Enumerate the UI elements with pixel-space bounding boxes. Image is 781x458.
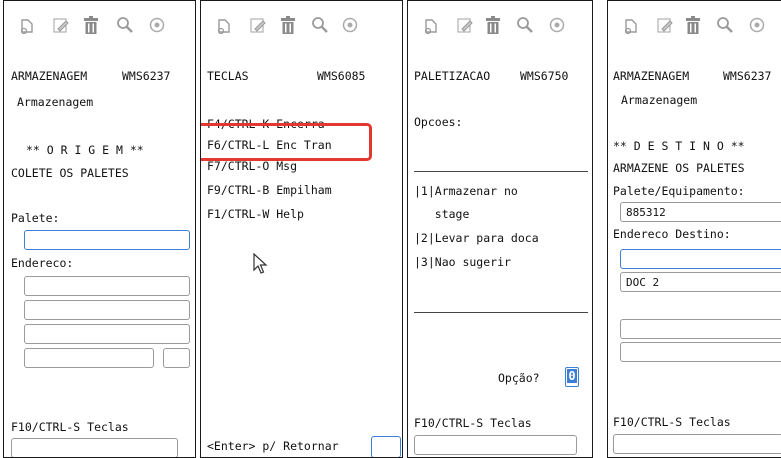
- footer-keys: F10/CTRL-S Teclas: [613, 415, 731, 429]
- new-document-icon[interactable]: [418, 11, 444, 39]
- opcoes-label: Opcoes:: [414, 115, 463, 129]
- edit-icon[interactable]: [245, 11, 271, 39]
- divider: [414, 312, 588, 313]
- screen-name: ARMAZENAGEM: [613, 69, 690, 83]
- mouse-cursor-icon: [253, 252, 269, 278]
- option-input[interactable]: 0: [565, 367, 579, 387]
- key-item: F9/CTRL-B Empilham: [207, 183, 332, 197]
- toolbar: [201, 1, 402, 53]
- highlight-box: [201, 123, 372, 161]
- footer-input[interactable]: [414, 435, 577, 455]
- option-item: stage: [414, 207, 470, 221]
- return-input[interactable]: [371, 436, 401, 457]
- panel-origem: ARMAZENAGEM WMS6237 Armazenagem ** O R I…: [3, 0, 196, 458]
- extra-input-2[interactable]: [620, 342, 781, 362]
- search-icon[interactable]: [307, 11, 333, 39]
- divider: [414, 171, 588, 172]
- endereco-input-5[interactable]: [163, 348, 190, 368]
- endereco-destino-input[interactable]: [620, 249, 781, 269]
- delete-trash-icon[interactable]: [275, 11, 301, 39]
- footer-input[interactable]: [613, 434, 781, 454]
- delete-trash-icon[interactable]: [78, 11, 104, 39]
- key-item: F1/CTRL-W Help: [207, 207, 304, 221]
- screen-code: WMS6085: [317, 69, 366, 83]
- endereco-input-4[interactable]: [24, 348, 154, 368]
- delete-trash-icon[interactable]: [680, 11, 706, 39]
- search-icon[interactable]: [112, 11, 138, 39]
- instruction-text: ARMAZENE OS PALETES: [613, 161, 745, 175]
- panel-destino: ARMAZENAGEM WMS6237 Armazenagem ** D E S…: [607, 0, 781, 458]
- toolbar: [4, 1, 195, 53]
- option-prompt: Opção?: [498, 371, 540, 385]
- edit-icon[interactable]: [452, 11, 478, 39]
- edit-icon[interactable]: [48, 11, 74, 39]
- endereco-destino-label: Endereco Destino:: [613, 227, 731, 241]
- instruction-text: COLETE OS PALETES: [11, 166, 129, 180]
- footer-input[interactable]: [11, 438, 178, 457]
- section-title: ** D E S T I N O **: [613, 139, 745, 153]
- doc-field[interactable]: DOC 2: [620, 272, 781, 292]
- circle-icon[interactable]: [337, 11, 363, 39]
- option-item: |2|Levar para doca: [414, 231, 539, 245]
- extra-input-1[interactable]: [620, 319, 781, 339]
- circle-icon[interactable]: [744, 11, 770, 39]
- key-item: F7/CTRL-O Msg: [207, 159, 298, 173]
- palete-equipamento-input[interactable]: 885312: [620, 202, 781, 222]
- palete-equipamento-label: Palete/Equipamento:: [613, 184, 745, 198]
- toolbar: [608, 1, 781, 53]
- new-document-icon[interactable]: [211, 11, 237, 39]
- endereco-input-1[interactable]: [24, 276, 190, 296]
- screen-name: TECLAS: [207, 69, 249, 83]
- screen-subtitle: Armazenagem: [17, 95, 94, 109]
- delete-trash-icon[interactable]: [480, 11, 506, 39]
- panel-paletizacao: PALETIZACAO WMS6750 Opcoes: |1|Armazenar…: [407, 0, 593, 458]
- palete-label: Palete:: [11, 211, 60, 225]
- option-value: 0: [567, 369, 577, 383]
- screen-name: ARMAZENAGEM: [11, 69, 88, 83]
- section-title: ** O R I G E M **: [26, 143, 144, 157]
- edit-icon[interactable]: [652, 11, 678, 39]
- footer-keys: F10/CTRL-S Teclas: [11, 420, 129, 434]
- toolbar: [408, 1, 592, 53]
- screen-subtitle: Armazenagem: [621, 93, 698, 107]
- screen-code: WMS6237: [122, 69, 171, 83]
- screen-code: WMS6750: [520, 69, 569, 83]
- footer-keys: F10/CTRL-S Teclas: [414, 416, 532, 430]
- search-icon[interactable]: [712, 11, 738, 39]
- circle-icon[interactable]: [544, 11, 570, 39]
- new-document-icon[interactable]: [618, 11, 644, 39]
- search-icon[interactable]: [512, 11, 538, 39]
- screen-name: PALETIZACAO: [414, 69, 491, 83]
- option-item: |1|Armazenar no: [414, 184, 518, 198]
- palete-input[interactable]: [24, 230, 190, 250]
- new-document-icon[interactable]: [14, 11, 40, 39]
- screen-code: WMS6237: [723, 69, 772, 83]
- endereco-label: Endereco:: [11, 256, 74, 270]
- footer-return: <Enter> p/ Retornar: [207, 439, 339, 453]
- circle-icon[interactable]: [144, 11, 170, 39]
- option-item: |3|Nao sugerir: [414, 255, 511, 269]
- endereco-input-3[interactable]: [24, 324, 190, 344]
- endereco-input-2[interactable]: [24, 300, 190, 320]
- panel-teclas: TECLAS WMS6085 F4/CTRL-K Encerra F6/CTRL…: [200, 0, 403, 458]
